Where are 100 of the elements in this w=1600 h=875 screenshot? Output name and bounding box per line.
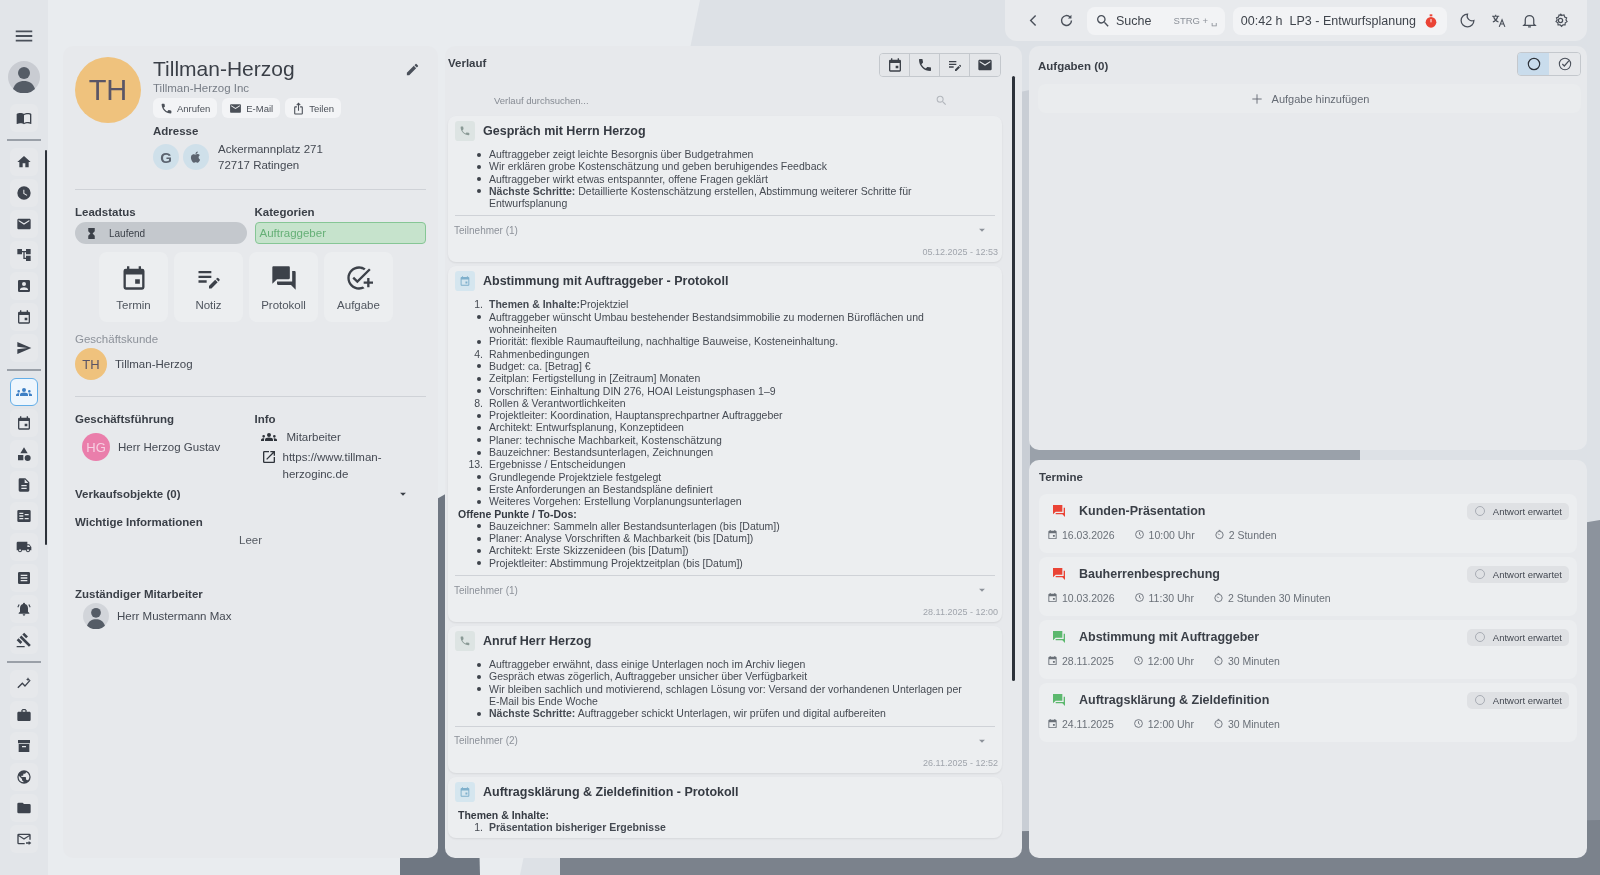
protocol-button[interactable]: Protokoll [249, 252, 318, 322]
nav-item[interactable] [10, 533, 38, 561]
nav-item[interactable] [10, 732, 38, 760]
scrollbar[interactable] [1012, 76, 1015, 681]
avatar-icon[interactable] [8, 61, 40, 93]
nav-item[interactable] [10, 564, 38, 592]
list-number: 1. [474, 298, 483, 311]
nav-item[interactable] [10, 334, 38, 362]
search-field[interactable]: Suche STRG + ␣ [1087, 6, 1225, 35]
list-item: Präsentation bisheriger Ergebnisse [489, 820, 666, 834]
translate-icon[interactable] [1490, 12, 1507, 29]
list-item: Wir erklären grobe Kostenschätzung und geben beruhigendes Feedback [489, 160, 827, 173]
nav-item[interactable] [10, 272, 38, 300]
nav-item[interactable] [10, 763, 38, 791]
map-button[interactable]: G [153, 144, 179, 170]
bullet-dot [477, 177, 481, 182]
panel-title: Aufgaben (0) [1038, 60, 1109, 72]
time-tracker[interactable]: 00:42 h LP3 - Entwurfsplanung [1232, 6, 1447, 35]
map-button[interactable] [183, 144, 209, 170]
bullet-dot [477, 315, 481, 320]
appointment-card[interactable]: Abstimmung mit Auftraggeber Antwort erwartet 28.11.2025 12:00 Uhr 30 Minuten [1039, 619, 1577, 679]
mail-icon [977, 57, 993, 73]
initials-avatar: TH [75, 348, 107, 380]
nav-item[interactable] [10, 210, 38, 238]
refresh-icon[interactable] [1058, 12, 1075, 29]
chat-icon [269, 263, 298, 292]
circle-icon [1473, 631, 1486, 644]
list-item: Auftraggeber wirkt etwas entspannter, offene Fragen geklärt [489, 172, 768, 185]
bell-icon[interactable] [1521, 12, 1538, 29]
list-item: Ergebnisse / Entscheidungen [489, 458, 626, 471]
truck-icon [16, 539, 32, 555]
hourglass-icon [85, 226, 98, 240]
nav-item[interactable] [10, 595, 38, 623]
bullet-dot [477, 662, 481, 667]
bullet-dot [477, 536, 481, 541]
edit-icon[interactable] [405, 61, 420, 77]
phone-icon [916, 57, 933, 73]
address-line: 72717 Ratingen [218, 158, 301, 173]
bullet-dot [477, 425, 481, 430]
timer-icon [1213, 529, 1225, 541]
list-number: 1. [474, 820, 483, 834]
book-icon [16, 110, 32, 126]
appointment-card[interactable]: Kunden-Präsentation Antwort erwartet 16.03.2026 10:00 Uhr 2 Stunden [1039, 493, 1577, 553]
open-tasks-filter[interactable] [1518, 53, 1549, 75]
bullet-dot [477, 499, 481, 504]
nav-item[interactable] [10, 825, 38, 853]
circle-icon [1473, 568, 1486, 581]
appointment-button[interactable] [880, 54, 910, 76]
history-search-field[interactable]: Verlauf durchsuchen... [492, 93, 935, 107]
sales-objects-toggle[interactable]: Verkaufsobjekte (0) [75, 487, 426, 501]
company-name: Tillman-Herzog Inc [153, 82, 250, 94]
list-item: Wir bleiben sachlich und motivierend, schlagen Lösung vor: Versand der vorhandenen Unterlagen per E-Mail bis Ende Woche [489, 682, 962, 708]
nav-item[interactable] [10, 378, 38, 406]
appointment-title: Kunden-Präsentation [1079, 504, 1206, 519]
note-button[interactable]: Notiz [174, 252, 243, 322]
list-number: 13. [468, 458, 483, 471]
list-item: Bauzeichner: Bestandsunterlagen, Zeichnungen [489, 446, 714, 459]
nav-item[interactable] [10, 179, 38, 207]
lead-status-select[interactable]: Laufend [75, 222, 247, 244]
action-button[interactable]: E-Mail [222, 98, 281, 118]
list-item: Erste Anforderungen an Bestandspläne definiert [489, 482, 713, 496]
appointment-button[interactable]: Termin [99, 252, 168, 322]
timer-icon [1212, 655, 1224, 667]
mail-icon [229, 101, 243, 115]
nav-item[interactable] [10, 502, 38, 530]
nav-item[interactable] [10, 670, 38, 698]
customer-name[interactable]: Tillman-Herzog [115, 358, 193, 370]
nav-item[interactable] [10, 794, 38, 822]
nav-item[interactable] [10, 440, 38, 468]
list-item: Projektleiter: Koordination, Hauptansprechpartner Auftraggeber [489, 409, 783, 422]
appointment-card[interactable]: Bauherrenbesprechung Antwort erwartet 10.03.2026 11:30 Uhr 2 Stunden 30 Minuten [1039, 556, 1577, 616]
nav-item[interactable] [10, 241, 38, 269]
list-item: Projektleiter: Abstimmung Projektzeitplan (bis [Datum]) [489, 556, 743, 569]
nav-item[interactable] [10, 471, 38, 499]
list-item: Weiteres Vorgehen: Erstellung Vorplanungsunterlagen [489, 495, 742, 508]
calendar-icon [455, 781, 475, 802]
send-icon [16, 340, 32, 356]
search-placeholder: Suche [1116, 13, 1152, 28]
appointment-card[interactable]: Auftragsklärung & Zieldefinition Antwort erwartet 24.11.2025 12:00 Uhr 30 Minuten [1039, 682, 1577, 742]
scrollbar[interactable] [45, 150, 47, 545]
nav-item[interactable] [10, 701, 38, 729]
entry-title: Gespräch mit Herrn Herzog [483, 124, 646, 138]
nav-item[interactable] [10, 148, 38, 176]
action-button[interactable]: Teilen [285, 98, 342, 118]
task-button[interactable]: Aufgabe [324, 252, 393, 322]
nav-item[interactable] [10, 409, 38, 437]
section-label: Geschäftskunde [75, 333, 160, 345]
check-circle-icon [1556, 56, 1573, 72]
stopwatch-icon[interactable] [1423, 12, 1439, 29]
action-button[interactable]: Anrufen [153, 98, 218, 118]
list-number: 8. [474, 396, 483, 410]
appointment-duration: 30 Minuten [1227, 717, 1280, 730]
entry-title: Abstimmung mit Auftraggeber - Protokoll [483, 274, 729, 289]
nav-item[interactable] [10, 626, 38, 654]
alarm-bell-icon [16, 601, 32, 617]
settings-icon[interactable] [1552, 12, 1569, 29]
website-link[interactable]: https://www.tillman-herzoginc.de [282, 449, 426, 483]
nav-item[interactable] [10, 104, 38, 132]
moon-icon[interactable] [1459, 12, 1476, 29]
nav-item[interactable] [10, 303, 38, 331]
